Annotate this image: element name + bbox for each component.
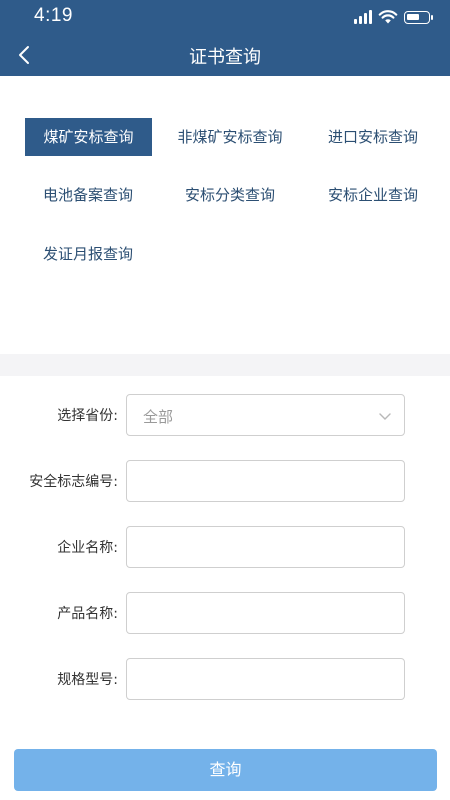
product-name-input[interactable] <box>126 592 405 634</box>
query-type-tabs: 煤矿安标查询 非煤矿安标查询 进口安标查询 电池备案查询 安标分类查询 安标企业… <box>0 76 450 354</box>
query-button[interactable]: 查询 <box>14 749 437 791</box>
province-select[interactable]: 全部 <box>126 394 405 436</box>
tab-safety-mark-company[interactable]: 安标企业查询 <box>318 176 428 214</box>
battery-icon <box>404 10 433 24</box>
company-name-label: 企业名称: <box>57 540 118 556</box>
tab-import-safety-mark[interactable]: 进口安标查询 <box>318 118 428 156</box>
province-select-value: 全部 <box>143 408 174 426</box>
status-icons <box>354 8 433 26</box>
safety-mark-no-input[interactable] <box>126 460 405 502</box>
status-bar: 4:19 <box>0 0 450 34</box>
model-label: 规格型号: <box>57 672 118 688</box>
chevron-down-icon <box>379 413 391 420</box>
page-title: 证书查询 <box>189 47 261 68</box>
company-name-input[interactable] <box>126 526 405 568</box>
tab-non-coal-safety-mark[interactable]: 非煤矿安标查询 <box>165 118 295 156</box>
nav-bar: 证书查询 <box>0 34 450 76</box>
tab-coal-mine-safety-mark[interactable]: 煤矿安标查询 <box>25 118 152 156</box>
wifi-icon <box>378 10 398 24</box>
section-divider <box>0 354 450 376</box>
product-name-label: 产品名称: <box>57 606 118 622</box>
model-input[interactable] <box>126 658 405 700</box>
tab-battery-filing[interactable]: 电池备案查询 <box>28 176 148 214</box>
safety-mark-no-label: 安全标志编号: <box>29 474 118 490</box>
signal-icon <box>354 10 372 24</box>
province-label: 选择省份: <box>57 408 118 424</box>
tab-safety-mark-category[interactable]: 安标分类查询 <box>172 176 288 214</box>
tab-monthly-issuance-report[interactable]: 发证月报查询 <box>28 235 148 273</box>
status-time: 4:19 <box>34 5 73 26</box>
